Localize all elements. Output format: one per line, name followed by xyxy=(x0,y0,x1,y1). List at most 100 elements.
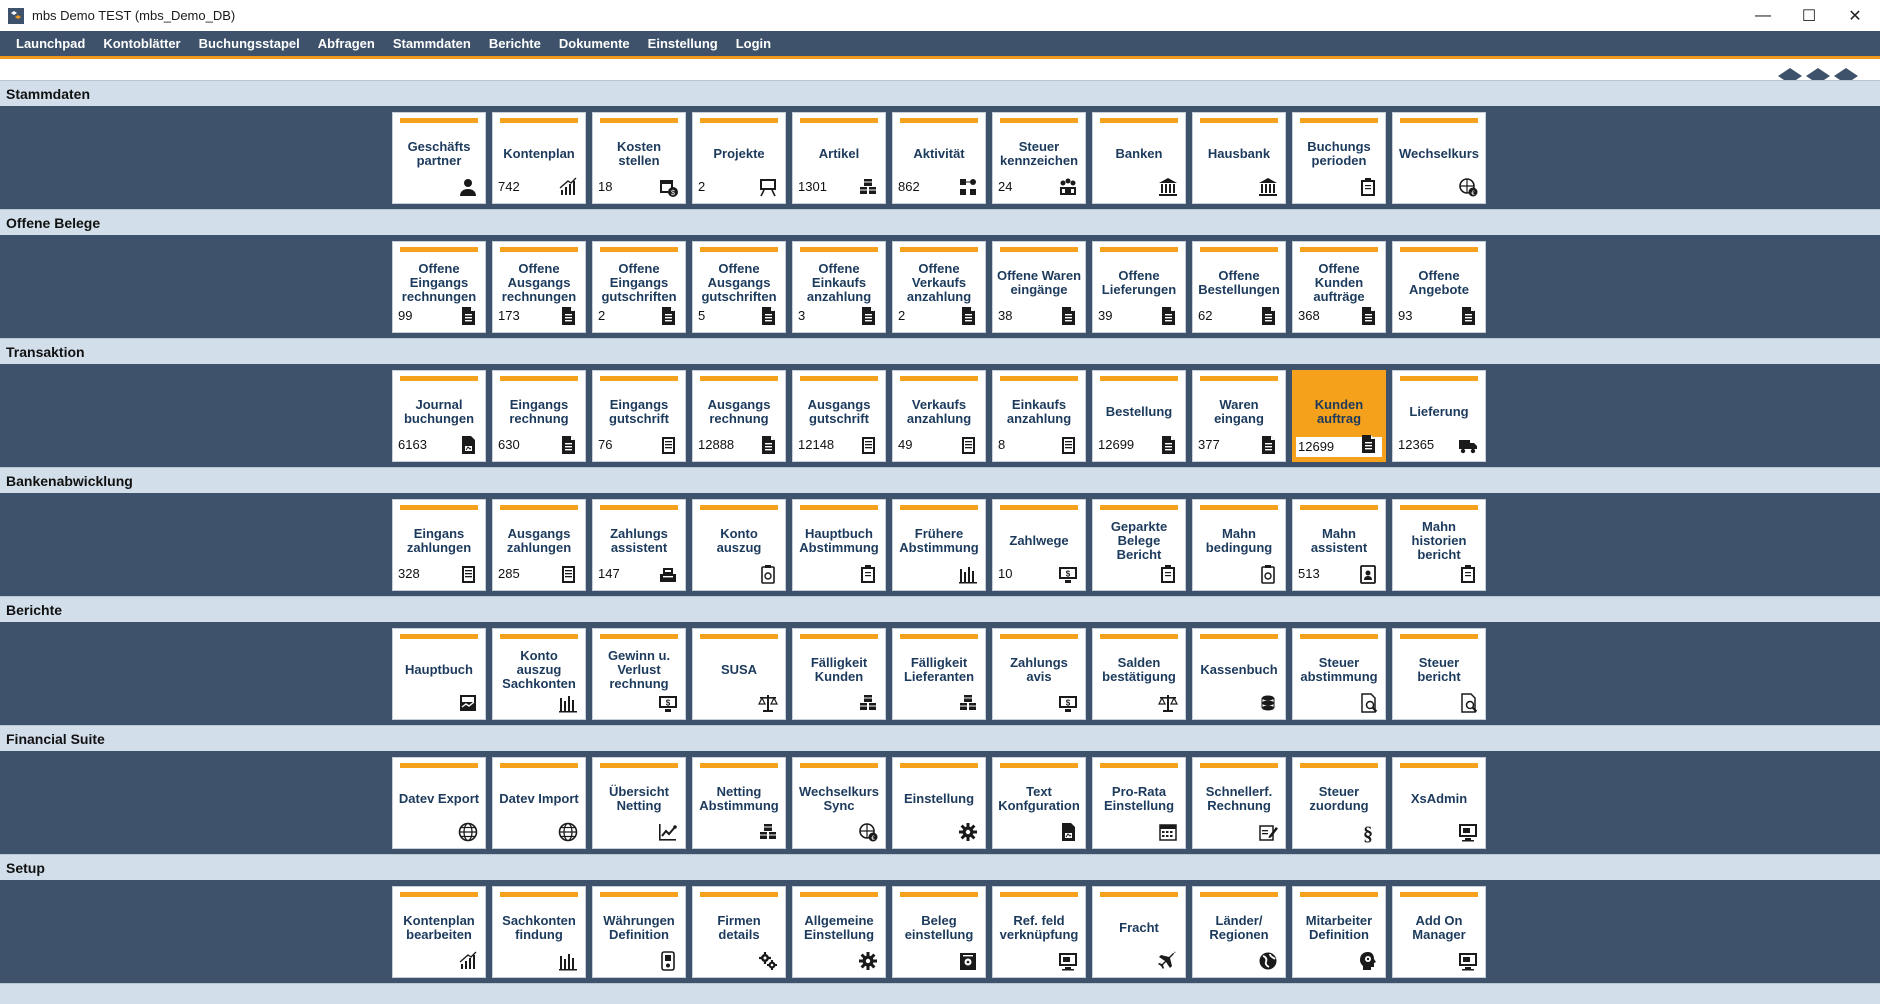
tile-text-konfguration[interactable]: Text Konfguration xyxy=(992,757,1086,849)
tile-offene-verkaufs-anzahlung[interactable]: Offene Verkaufs anzahlung 2 xyxy=(892,241,986,333)
tile-zahlwege[interactable]: Zahlwege 10 $ xyxy=(992,499,1086,591)
menu-stammdaten[interactable]: Stammdaten xyxy=(384,36,480,51)
tile-allgemeine-einstellung[interactable]: Allgemeine Einstellung xyxy=(792,886,886,978)
tile-offene-angebote[interactable]: Offene Angebote 93 xyxy=(1392,241,1486,333)
tile-salden-bestätigung[interactable]: Salden bestätigung xyxy=(1092,628,1186,720)
tile-banken[interactable]: Banken xyxy=(1092,112,1186,204)
tile-mahn-bedingung[interactable]: Mahn bedingung xyxy=(1192,499,1286,591)
tile-label: Frühere Abstimmung xyxy=(899,526,979,555)
tile-wechselkurs[interactable]: Wechselkurs € xyxy=(1392,112,1486,204)
tile-label: Offene Eingangs gutschriften xyxy=(601,261,677,304)
tile-ausgangs-zahlungen[interactable]: Ausgangs zahlungen 285 xyxy=(492,499,586,591)
tile-eingans-zahlungen[interactable]: Eingans zahlungen 328 xyxy=(392,499,486,591)
tile-steuer-zuordung[interactable]: Steuer zuordung § xyxy=(1292,757,1386,849)
tile-accent-bar xyxy=(1000,892,1078,897)
tile-steuer-kennzeichen[interactable]: Steuer kennzeichen 24 xyxy=(992,112,1086,204)
tile-artikel[interactable]: Artikel 1301 xyxy=(792,112,886,204)
tile-datev-import[interactable]: Datev Import xyxy=(492,757,586,849)
tile-geschäfts-partner[interactable]: Geschäfts partner xyxy=(392,112,486,204)
tile-verkaufs-anzahlung[interactable]: Verkaufs anzahlung 49 xyxy=(892,370,986,462)
tile-count: 2 xyxy=(598,308,606,323)
tile-zahlungs-avis[interactable]: Zahlungs avis $ xyxy=(992,628,1086,720)
tile-projekte[interactable]: Projekte 2 xyxy=(692,112,786,204)
tile-bestellung[interactable]: Bestellung 12699 xyxy=(1092,370,1186,462)
tile-offene-eingangs-rechnungen[interactable]: Offene Eingangs rechnungen 99 xyxy=(392,241,486,333)
tile-hauptbuch-abstimmung[interactable]: Hauptbuch Abstimmung xyxy=(792,499,886,591)
maximize-button[interactable]: ☐ xyxy=(1786,0,1832,31)
tile-wechselkurs-sync[interactable]: Wechselkurs Sync € xyxy=(792,757,886,849)
tile-konto-auszug-sachkonten[interactable]: Konto auszug Sachkonten xyxy=(492,628,586,720)
tile-offene-kunden-aufträge[interactable]: Offene Kunden aufträge 368 xyxy=(1292,241,1386,333)
tile-buchungs-perioden[interactable]: Buchungs perioden xyxy=(1292,112,1386,204)
tile-kassenbuch[interactable]: Kassenbuch xyxy=(1192,628,1286,720)
menu-login[interactable]: Login xyxy=(727,36,780,51)
money-screen-icon: $ xyxy=(1059,567,1077,583)
tile-übersicht-netting[interactable]: Übersicht Netting xyxy=(592,757,686,849)
tile-accent-bar xyxy=(1400,892,1478,897)
tile-einstellung[interactable]: Einstellung xyxy=(892,757,986,849)
group-icon xyxy=(1060,178,1076,195)
tile-offene-einkaufs-anzahlung[interactable]: Offene Einkaufs anzahlung 3 xyxy=(792,241,886,333)
tile-firmen-details[interactable]: Firmen details xyxy=(692,886,786,978)
tile-xsadmin[interactable]: XsAdmin xyxy=(1392,757,1486,849)
tile-offene-bestellungen[interactable]: Offene Bestellungen 62 xyxy=(1192,241,1286,333)
close-button[interactable]: ✕ xyxy=(1832,0,1878,31)
tile-konto-auszug[interactable]: Konto auszug xyxy=(692,499,786,591)
tile-netting-abstimmung[interactable]: Netting Abstimmung xyxy=(692,757,786,849)
tile-eingangs-gutschrift[interactable]: Eingangs gutschrift 76 xyxy=(592,370,686,462)
tile-ausgangs-rechnung[interactable]: Ausgangs rechnung 12888 xyxy=(692,370,786,462)
tile-hausbank[interactable]: Hausbank xyxy=(1192,112,1286,204)
tile-sachkonten-findung[interactable]: Sachkonten findung xyxy=(492,886,586,978)
tile-offene-ausgangs-rechnungen[interactable]: Offene Ausgangs rechnungen 173 xyxy=(492,241,586,333)
tile-lieferung[interactable]: Lieferung 12365 xyxy=(1392,370,1486,462)
tile-kontenplan[interactable]: Kontenplan 742 xyxy=(492,112,586,204)
tile-geparkte-belege-bericht[interactable]: Geparkte Belege Bericht xyxy=(1092,499,1186,591)
tile-offene-eingangs-gutschriften[interactable]: Offene Eingangs gutschriften 2 xyxy=(592,241,686,333)
tile-länder-regionen[interactable]: Länder/ Regionen xyxy=(1192,886,1286,978)
tile-offene-waren-eingänge[interactable]: Offene Waren eingänge 38 xyxy=(992,241,1086,333)
tile-gewinn-u-verlust-rechnung[interactable]: Gewinn u. Verlust rechnung $ xyxy=(592,628,686,720)
tile-mahn-historien-bericht[interactable]: Mahn historien bericht xyxy=(1392,499,1486,591)
tile-kunden-auftrag[interactable]: Kunden auftrag 12699 xyxy=(1292,370,1386,462)
tile-mitarbeiter-definition[interactable]: Mitarbeiter Definition xyxy=(1292,886,1386,978)
menu-einstellung[interactable]: Einstellung xyxy=(639,36,727,51)
tile-label: Offene Bestellungen xyxy=(1198,268,1280,297)
tile-hauptbuch[interactable]: Hauptbuch xyxy=(392,628,486,720)
tile-kontenplan-bearbeiten[interactable]: Kontenplan bearbeiten xyxy=(392,886,486,978)
tile-steuer-abstimmung[interactable]: Steuer abstimmung xyxy=(1292,628,1386,720)
tile-fracht[interactable]: Fracht xyxy=(1092,886,1186,978)
menu-berichte[interactable]: Berichte xyxy=(480,36,550,51)
tile-steuer-bericht[interactable]: Steuer bericht xyxy=(1392,628,1486,720)
tile-add-on-manager[interactable]: Add On Manager xyxy=(1392,886,1486,978)
tile-pro-rata-einstellung[interactable]: Pro-Rata Einstellung xyxy=(1092,757,1186,849)
tile-waren-eingang[interactable]: Waren eingang 377 xyxy=(1192,370,1286,462)
tile-susa[interactable]: SUSA xyxy=(692,628,786,720)
tile-zahlungs-assistent[interactable]: Zahlungs assistent 147 xyxy=(592,499,686,591)
menu-buchungsstapel[interactable]: Buchungsstapel xyxy=(190,36,309,51)
tile-offene-lieferungen[interactable]: Offene Lieferungen 39 xyxy=(1092,241,1186,333)
tile-label: Mahn bedingung xyxy=(1205,526,1273,555)
tile-schnellerf-rechnung[interactable]: Schnellerf. Rechnung xyxy=(1192,757,1286,849)
menu-dokumente[interactable]: Dokumente xyxy=(550,36,639,51)
tile-ausgangs-gutschrift[interactable]: Ausgangs gutschrift 12148 xyxy=(792,370,886,462)
tile-accent-bar xyxy=(1100,634,1178,639)
tile-eingangs-rechnung[interactable]: Eingangs rechnung 630 xyxy=(492,370,586,462)
menu-launchpad[interactable]: Launchpad xyxy=(7,36,94,51)
tile-journal-buchungen[interactable]: Journal buchungen 6163 xyxy=(392,370,486,462)
tile-fälligkeit-kunden[interactable]: Fälligkeit Kunden xyxy=(792,628,886,720)
tile-fälligkeit-lieferanten[interactable]: Fälligkeit Lieferanten xyxy=(892,628,986,720)
menu-abfragen[interactable]: Abfragen xyxy=(309,36,384,51)
tile-mahn-assistent[interactable]: Mahn assistent 513 xyxy=(1292,499,1386,591)
tile-einkaufs-anzahlung[interactable]: Einkaufs anzahlung 8 xyxy=(992,370,1086,462)
tile-aktivität[interactable]: Aktivität 862 xyxy=(892,112,986,204)
tile-datev-export[interactable]: Datev Export xyxy=(392,757,486,849)
tile-ref-feld-verknüpfung[interactable]: Ref. feld verknüpfung xyxy=(992,886,1086,978)
tile-beleg-einstellung[interactable]: Beleg einstellung xyxy=(892,886,986,978)
minimize-button[interactable]: — xyxy=(1740,0,1786,31)
tile-kosten-stellen[interactable]: Kosten stellen 18 $ xyxy=(592,112,686,204)
tile-frühere-abstimmung[interactable]: Frühere Abstimmung xyxy=(892,499,986,591)
tile-währungen-definition[interactable]: Währungen Definition xyxy=(592,886,686,978)
section-header: Stammdaten xyxy=(0,80,1880,106)
tile-offene-ausgangs-gutschriften[interactable]: Offene Ausgangs gutschriften 5 xyxy=(692,241,786,333)
menu-kontoblaetter[interactable]: Kontoblätter xyxy=(94,36,189,51)
